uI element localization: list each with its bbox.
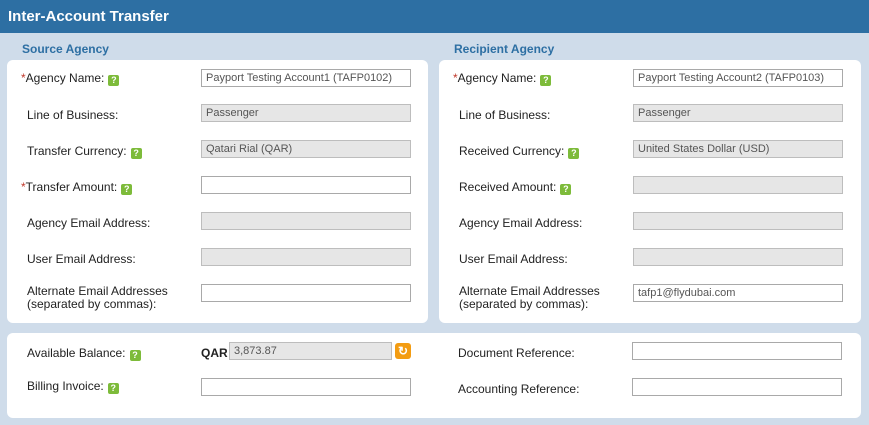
help-icon[interactable]: ?	[568, 148, 580, 159]
recipient-line-of-business-label: Line of Business:	[459, 108, 551, 122]
document-reference-label: Document Reference:	[458, 346, 575, 360]
source-user-email-label: User Email Address:	[27, 252, 136, 266]
available-balance-field: 3,873.87	[229, 342, 392, 360]
recipient-received-amount-label: Received Amount:?	[459, 180, 572, 195]
recipient-agency-email-field	[633, 212, 843, 230]
source-alt-email-label: Alternate Email Addresses (separated by c…	[27, 284, 168, 311]
balance-currency-code: QAR	[201, 346, 228, 360]
recipient-agency-name-label: *Agency Name:?	[453, 71, 552, 86]
recipient-line-of-business-field: Passenger	[633, 104, 843, 122]
source-transfer-currency-label: Transfer Currency:?	[27, 144, 142, 159]
document-reference-input[interactable]	[632, 342, 842, 360]
help-icon[interactable]: ?	[121, 184, 133, 195]
help-icon[interactable]: ?	[540, 75, 552, 86]
refresh-icon[interactable]: ↻	[395, 343, 411, 359]
source-transfer-amount-label: *Transfer Amount:?	[21, 180, 133, 195]
source-agency-email-field	[201, 212, 411, 230]
help-icon[interactable]: ?	[129, 350, 141, 361]
recipient-user-email-label: User Email Address:	[459, 252, 568, 266]
accounting-reference-input[interactable]	[632, 378, 842, 396]
help-icon[interactable]: ?	[107, 383, 119, 394]
available-balance-label: Available Balance:?	[27, 346, 141, 361]
billing-invoice-input[interactable]	[201, 378, 411, 396]
recipient-agency-heading: Recipient Agency	[454, 42, 555, 56]
recipient-received-amount-field	[633, 176, 843, 194]
source-transfer-amount-input[interactable]	[201, 176, 411, 194]
recipient-agency-email-label: Agency Email Address:	[459, 216, 583, 230]
source-line-of-business-label: Line of Business:	[27, 108, 119, 122]
source-line-of-business-field: Passenger	[201, 104, 411, 122]
help-icon[interactable]: ?	[130, 148, 142, 159]
page-title: Inter-Account Transfer	[0, 0, 869, 33]
recipient-user-email-field	[633, 248, 843, 266]
recipient-agency-name-field[interactable]: Payport Testing Account2 (TAFP0103)	[633, 69, 843, 87]
recipient-alt-email-input[interactable]: tafp1@flydubai.com	[633, 284, 843, 302]
recipient-received-currency-label: Received Currency:?	[459, 144, 580, 159]
recipient-alt-email-label: Alternate Email Addresses (separated by c…	[459, 284, 600, 311]
accounting-reference-label: Accounting Reference:	[458, 382, 580, 396]
recipient-received-currency-field: United States Dollar (USD)	[633, 140, 843, 158]
help-icon[interactable]: ?	[560, 184, 572, 195]
source-alt-email-input[interactable]	[201, 284, 411, 302]
source-agency-heading: Source Agency	[22, 42, 109, 56]
help-icon[interactable]: ?	[108, 75, 120, 86]
source-user-email-field	[201, 248, 411, 266]
billing-invoice-label: Billing Invoice:?	[27, 379, 119, 394]
source-agency-email-label: Agency Email Address:	[27, 216, 151, 230]
source-agency-name-field[interactable]: Payport Testing Account1 (TAFP0102)	[201, 69, 411, 87]
source-transfer-currency-field: Qatari Rial (QAR)	[201, 140, 411, 158]
source-agency-name-label: *Agency Name:?	[21, 71, 120, 86]
